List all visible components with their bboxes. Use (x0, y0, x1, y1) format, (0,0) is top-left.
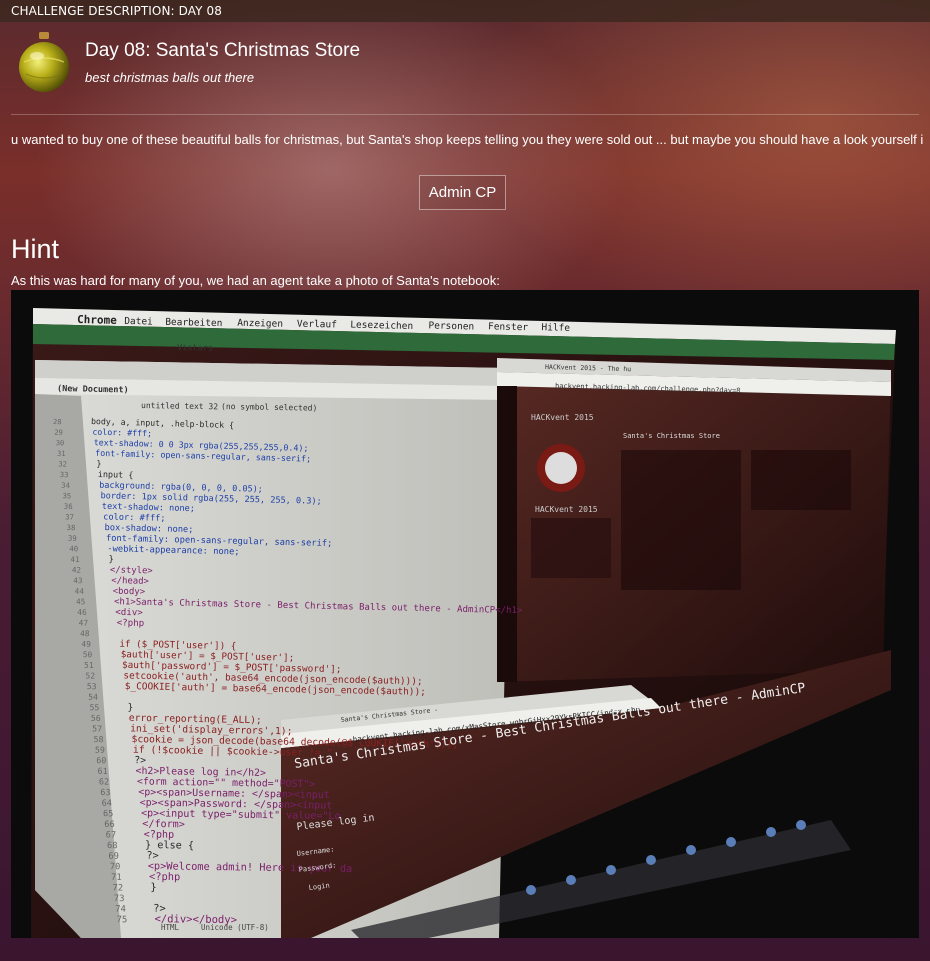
code-line: input { (98, 469, 134, 480)
code-line-number: 66 (104, 820, 114, 830)
challenge-description: u wanted to buy one of these beautiful b… (11, 132, 923, 147)
code-line-number: 41 (71, 555, 81, 564)
menubar-item: Lesezeichen (350, 320, 413, 333)
code-line-number: 34 (61, 481, 70, 490)
code-line: <div> (115, 608, 143, 619)
back-app-title-2: HACKvent 2015 (535, 505, 598, 514)
challenge-subtitle: best christmas balls out there (85, 70, 255, 85)
editor-symbol-menu: (no symbol selected) (221, 402, 317, 413)
notebook-photo-image: Chrome Datei Bearbeiten Anzeigen Verlauf Lese… (11, 290, 919, 938)
code-line: } (108, 555, 114, 565)
menubar-item: Verlauf (297, 319, 337, 331)
back-page-title: Santa's Christmas Store (623, 432, 720, 440)
code-line-number: 35 (62, 491, 71, 500)
code-line: <body> (113, 587, 146, 598)
code-line-number: 46 (77, 608, 87, 617)
code-line-number: 45 (76, 597, 86, 606)
code-line-number: 56 (91, 713, 101, 723)
code-line-number: 70 (110, 862, 121, 872)
code-line-number: 71 (111, 873, 122, 883)
code-line-number: 64 (102, 799, 112, 809)
page-footer-band (0, 946, 930, 961)
editor-doc-title: (New Document) (57, 384, 129, 395)
hint-heading: Hint (11, 234, 60, 264)
menubar-item: Chrome (77, 313, 117, 327)
code-line-number: 30 (56, 438, 65, 447)
code-line-number: 40 (69, 544, 79, 553)
code-line-number: 67 (106, 830, 117, 840)
menubar-item: Fenster (488, 321, 529, 333)
code-line: </head> (111, 576, 149, 587)
code-line-number: 54 (88, 693, 98, 702)
code-line-number: 58 (93, 734, 103, 744)
code-line-number: 73 (114, 894, 125, 904)
code-line: </style> (110, 565, 153, 576)
code-line: } (127, 702, 133, 713)
admin-cp-button[interactable]: Admin CP (419, 175, 506, 210)
code-line-number: 69 (108, 852, 119, 862)
code-line-number: 44 (75, 587, 85, 596)
code-line-number: 60 (96, 755, 106, 765)
challenge-header-bar: CHALLENGE DESCRIPTION: DAY 08 (0, 0, 930, 22)
code-line-number: 62 (99, 776, 109, 786)
code-line-number: 38 (66, 523, 75, 532)
code-line-number: 36 (64, 502, 73, 511)
code-line: } (96, 458, 101, 468)
challenge-header-label: CHALLENGE DESCRIPTION: DAY 08 (11, 4, 222, 18)
menubar-item: Datei (124, 316, 153, 328)
code-line-number: 68 (107, 841, 118, 851)
code-line-number: 39 (68, 534, 77, 543)
code-line-number: 49 (81, 640, 91, 649)
code-line-number: 53 (87, 682, 97, 691)
code-line-number: 37 (65, 512, 74, 521)
christmas-ball-icon (19, 32, 69, 92)
back-app-title: HACKvent 2015 (531, 413, 594, 422)
menubar-item: Bearbeiten (165, 317, 222, 329)
code-line-number: 61 (98, 766, 108, 776)
menubar-item: Personen (428, 320, 474, 332)
divider (11, 114, 919, 115)
code-line: <?php (117, 618, 145, 629)
browser-tab-label: Vistars (177, 343, 213, 354)
code-line-number: 50 (83, 650, 93, 659)
code-line-number: 51 (84, 661, 94, 670)
code-line: } (150, 881, 156, 893)
code-line-number: 32 (58, 459, 67, 468)
editor-status-lang: HTML (161, 923, 180, 932)
code-line: ?> (134, 755, 146, 766)
editor-file-name: untitled text 32 (141, 401, 218, 411)
code-line-number: 48 (80, 629, 90, 638)
code-line-number: 52 (85, 671, 95, 680)
code-line-number: 43 (73, 576, 82, 585)
challenge-header: Day 08: Santa's Christmas Store best chr… (18, 32, 918, 102)
code-line-number: 55 (89, 702, 99, 712)
challenge-title: Day 08: Santa's Christmas Store (85, 40, 361, 61)
code-line-number: 57 (92, 723, 102, 733)
menubar-item: Anzeigen (237, 318, 283, 330)
notebook-photo: Chrome Datei Bearbeiten Anzeigen Verlauf Lese… (11, 290, 919, 938)
code-line-number: 74 (115, 905, 126, 915)
code-line-number: 42 (72, 565, 81, 574)
code-line-number: 59 (95, 745, 105, 755)
menubar-item: Hilfe (541, 322, 570, 334)
code-line-number: 47 (79, 618, 89, 627)
code-line-number: 28 (53, 418, 62, 426)
code-line-number: 33 (60, 470, 69, 479)
editor-status-encoding: Unicode (UTF-8) (201, 923, 269, 932)
code-line-number: 29 (54, 428, 63, 437)
code-line-number: 65 (103, 809, 113, 819)
hint-text: As this was hard for many of you, we had… (11, 273, 500, 288)
code-line-number: 75 (116, 915, 127, 925)
code-line-number: 72 (112, 883, 123, 893)
code-line-number: 63 (100, 787, 110, 797)
code-line-number: 31 (57, 449, 66, 458)
